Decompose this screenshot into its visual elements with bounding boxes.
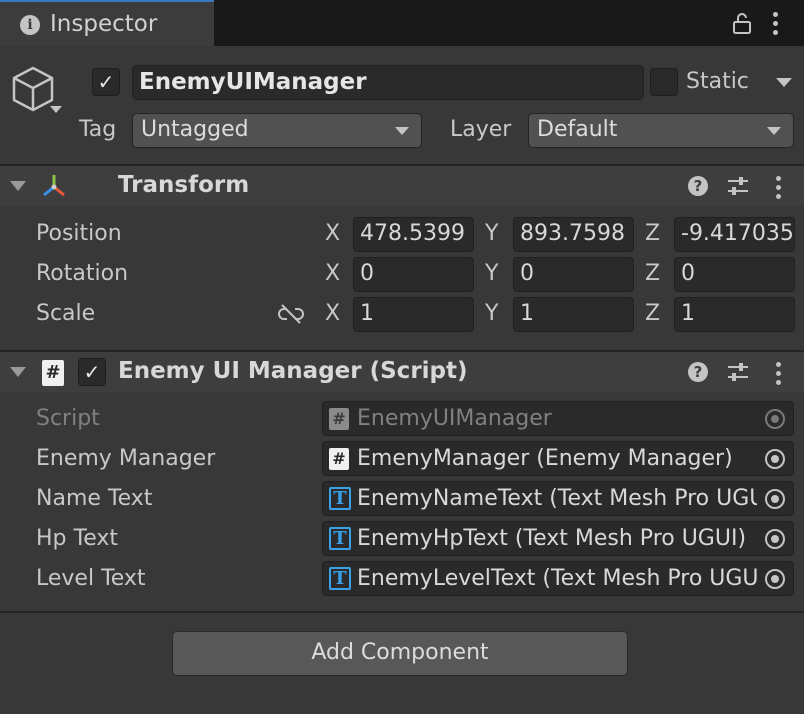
axis-x-label[interactable]: X [325,261,340,286]
help-icon[interactable]: ? [688,362,708,382]
axis-z-label[interactable]: Z [645,301,660,326]
level-text-field[interactable]: T EnemyLevelText (Text Mesh Pro UGUI) [322,561,794,596]
object-picker-button[interactable] [757,482,793,515]
axis-x-label[interactable]: X [325,221,340,246]
level-text-label: Level Text [36,566,146,591]
scale-x-field[interactable]: 1 [353,297,474,332]
tag-label: Tag [79,117,117,142]
object-picker-button[interactable] [757,522,793,555]
unlink-constraint-icon[interactable] [278,303,304,325]
presets-icon[interactable] [727,362,749,382]
scale-label: Scale [36,301,96,326]
position-z-field[interactable]: -9.417035 [674,217,795,252]
script-icon: # [329,408,349,430]
tag-dropdown[interactable]: Untagged [132,113,422,148]
textmeshpro-icon: T [329,527,351,550]
object-picker-button[interactable] [757,562,793,595]
layer-label: Layer [450,117,512,142]
object-name-field[interactable]: EnemyUIManager [132,65,644,100]
script-field-label: Script [36,406,100,431]
icon-dropdown-caret-icon[interactable] [50,106,62,113]
object-picker-button[interactable] [757,442,793,475]
position-x-field[interactable]: 478.5399 [353,217,474,252]
component-menu-icon[interactable] [775,362,781,389]
foldout-arrow-icon[interactable] [10,367,26,377]
script-file-icon: # [42,360,64,386]
rotation-z-field[interactable]: 0 [674,257,795,292]
scale-z-field[interactable]: 1 [674,297,795,332]
script-component-header[interactable]: # ✓ Enemy UI Manager (Script) ? [0,352,804,392]
tag-value: Untagged [141,117,249,142]
axis-y-label[interactable]: Y [485,261,498,286]
object-picker-icon [765,489,785,509]
name-text-value: EnemyNameText (Text Mesh Pro UGUI) [357,486,781,511]
tab-inspector[interactable]: i Inspector [0,0,214,46]
window-menu-icon[interactable] [772,12,778,39]
info-icon: i [20,15,40,35]
add-component-button[interactable]: Add Component [172,631,628,676]
static-checkbox[interactable] [650,68,678,96]
textmeshpro-icon: T [329,567,351,590]
help-icon[interactable]: ? [688,176,708,196]
axis-x-label[interactable]: X [325,301,340,326]
script-object-value: EnemyUIManager [357,406,552,431]
name-text-label: Name Text [36,486,153,511]
axis-y-label[interactable]: Y [485,221,498,246]
enemy-manager-field[interactable]: # EmenyManager (Enemy Manager) [322,441,794,476]
position-label: Position [36,221,122,246]
enemy-manager-label: Enemy Manager [36,446,216,471]
hp-text-value: EnemyHpText (Text Mesh Pro UGUI) [357,526,747,551]
static-label: Static [686,69,749,94]
hp-text-field[interactable]: T EnemyHpText (Text Mesh Pro UGUI) [322,521,794,556]
rotation-label: Rotation [36,261,129,286]
rotation-x-field[interactable]: 0 [353,257,474,292]
transform-header[interactable]: Transform ? [0,166,804,206]
layer-dropdown[interactable]: Default [528,113,794,148]
object-picker-icon [765,529,785,549]
rotation-y-field[interactable]: 0 [513,257,634,292]
object-picker-icon [765,449,785,469]
object-picker-icon [765,409,785,429]
level-text-value: EnemyLevelText (Text Mesh Pro UGUI) [357,566,774,591]
tab-label: Inspector [50,11,158,37]
axis-z-label[interactable]: Z [645,261,660,286]
textmeshpro-icon: T [329,487,351,510]
component-menu-icon[interactable] [775,176,781,203]
script-component-title: Enemy UI Manager (Script) [118,358,468,384]
component-enabled-checkbox[interactable]: ✓ [78,358,106,386]
section-divider [0,611,804,613]
axis-y-label[interactable]: Y [485,301,498,326]
presets-icon[interactable] [727,176,749,196]
enemy-manager-value: EmenyManager (Enemy Manager) [357,446,733,471]
chevron-down-icon [767,127,781,135]
static-dropdown-caret-icon[interactable] [776,78,792,87]
script-icon: # [329,448,349,470]
lock-icon[interactable] [732,12,752,34]
foldout-arrow-icon[interactable] [10,181,26,191]
axis-z-label[interactable]: Z [645,221,660,246]
transform-icon [43,175,65,197]
scale-y-field[interactable]: 1 [513,297,634,332]
active-checkbox[interactable]: ✓ [92,68,120,96]
layer-value: Default [537,117,618,142]
hp-text-label: Hp Text [36,526,118,551]
object-picker-icon [765,569,785,589]
script-object-field: # EnemyUIManager [322,401,794,436]
transform-title: Transform [118,172,250,198]
chevron-down-icon [395,127,409,135]
object-picker-button [757,402,793,435]
position-y-field[interactable]: 893.7598 [513,217,634,252]
name-text-field[interactable]: T EnemyNameText (Text Mesh Pro UGUI) [322,481,794,516]
